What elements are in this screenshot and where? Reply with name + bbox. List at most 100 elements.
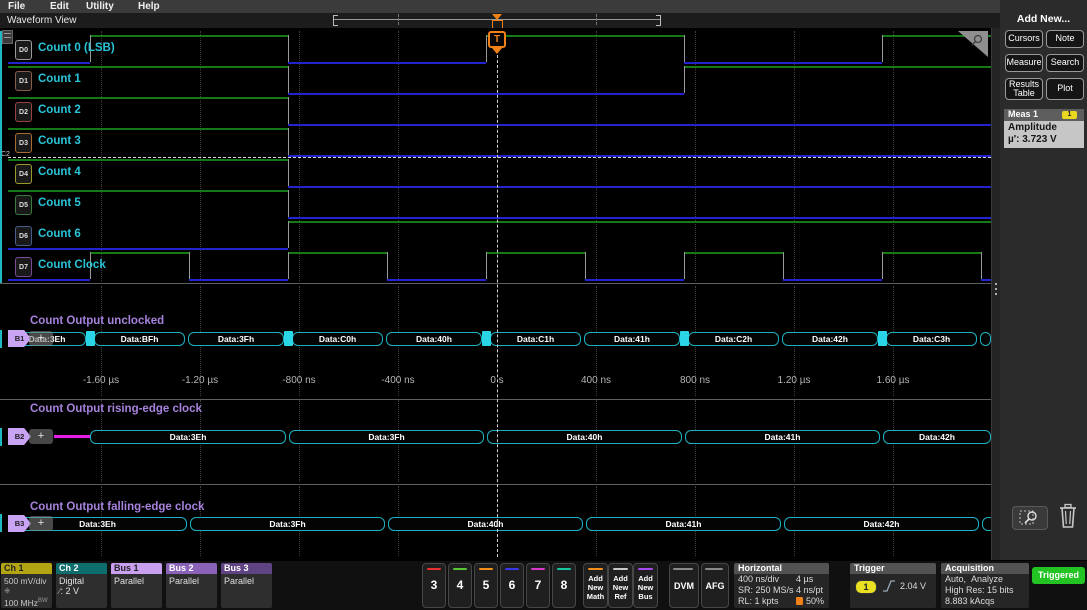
digital-edge bbox=[288, 66, 289, 93]
acquisition-panel[interactable]: Acquisition Auto, Analyze High Res: 15 b… bbox=[941, 563, 1029, 608]
time-axis-tick: -1.60 µs bbox=[83, 375, 119, 386]
channel-label-D1[interactable]: Count 1 bbox=[38, 73, 81, 85]
digital-wave-D0 bbox=[684, 62, 882, 64]
time-axis-tick: 800 ns bbox=[680, 375, 710, 386]
channel-label-D3[interactable]: Count 3 bbox=[38, 135, 81, 147]
channel3-add-button[interactable]: 3 bbox=[422, 563, 446, 608]
bus-segment bbox=[980, 332, 991, 346]
bus-segment: Data:40h bbox=[487, 430, 682, 444]
zoom-box-icon bbox=[1013, 507, 1047, 529]
bus1-badge[interactable]: Bus 1Parallel bbox=[111, 563, 162, 608]
channel5-add-button[interactable]: 5 bbox=[474, 563, 498, 608]
channel-number: 8 bbox=[553, 578, 575, 592]
bus-segment: Data:C2h bbox=[688, 332, 779, 346]
horizontal-trigger-position: 50% bbox=[806, 596, 824, 607]
bus-segment: Data:C0h bbox=[292, 332, 383, 346]
channel6-add-button[interactable]: 6 bbox=[500, 563, 524, 608]
channel1-badge[interactable]: Ch 1 500 mV/div ⎈ 100 MHzBW bbox=[1, 563, 52, 608]
bus-glitch-block bbox=[680, 331, 689, 346]
drag-handle-icon[interactable] bbox=[2, 30, 13, 44]
bus2-badge[interactable]: Bus 2Parallel bbox=[166, 563, 217, 608]
channel-badge-D2[interactable]: D2 bbox=[15, 102, 32, 122]
channel2-mode: Digital bbox=[59, 576, 107, 586]
overview-left-bracket bbox=[333, 15, 338, 26]
channel-badge-D7[interactable]: D7 bbox=[15, 257, 32, 277]
channel-label-D7[interactable]: Count Clock bbox=[38, 259, 106, 271]
channel-badge-D4[interactable]: D4 bbox=[15, 164, 32, 184]
note-button[interactable]: Note bbox=[1046, 30, 1084, 48]
trigger-flag[interactable]: T bbox=[488, 31, 506, 48]
bus-add-handle[interactable]: + bbox=[29, 429, 53, 444]
channel8-add-button[interactable]: 8 bbox=[552, 563, 576, 608]
channel1-name: Ch 1 bbox=[1, 563, 52, 574]
dvm-button[interactable]: DVM bbox=[669, 563, 699, 608]
triggered-status: Triggered bbox=[1032, 567, 1085, 584]
measure-button[interactable]: Measure bbox=[1005, 54, 1043, 72]
channel-label-D0[interactable]: Count 0 (LSB) bbox=[38, 42, 115, 54]
horizontal-title: Horizontal bbox=[734, 563, 829, 574]
trigger-panel[interactable]: Trigger 1 2.04 V bbox=[850, 563, 936, 608]
bus-glitch-block bbox=[284, 331, 293, 346]
channel-label-D4[interactable]: Count 4 bbox=[38, 166, 81, 178]
bus-title-B2: Count Output rising-edge clock bbox=[30, 403, 202, 415]
channel-number: 7 bbox=[527, 578, 549, 592]
bus-add-handle[interactable]: + bbox=[29, 331, 53, 346]
channel-label-D2[interactable]: Count 2 bbox=[38, 104, 81, 116]
results-table-button[interactable]: Results Table bbox=[1005, 78, 1043, 100]
channel4-add-button[interactable]: 4 bbox=[448, 563, 472, 608]
time-axis-tick: -1.20 µs bbox=[182, 375, 218, 386]
channel-badge-D0[interactable]: D0 bbox=[15, 40, 32, 60]
add-new-ref-button[interactable]: AddNewRef bbox=[608, 563, 633, 608]
zoom-box-button[interactable] bbox=[1012, 506, 1048, 530]
bandwidth-limit-icon: BW bbox=[38, 598, 48, 604]
bus-glitch-block bbox=[482, 331, 491, 346]
oscilloscope-app: File Edit Utility Help Waveform View D0 Coun… bbox=[0, 0, 1087, 610]
time-axis-tick: -800 ns bbox=[282, 375, 315, 386]
digital-wave-D7 bbox=[8, 279, 90, 281]
bus-segment: Data:42h bbox=[782, 332, 878, 346]
channel-label-D6[interactable]: Count 6 bbox=[38, 228, 81, 240]
time-axis-tick: -400 ns bbox=[381, 375, 414, 386]
menu-file[interactable]: File bbox=[8, 1, 25, 12]
channel-badge-D3[interactable]: D3 bbox=[15, 133, 32, 153]
channel7-add-button[interactable]: 7 bbox=[526, 563, 550, 608]
time-axis-tick: 400 ns bbox=[581, 375, 611, 386]
digital-edge bbox=[981, 252, 982, 279]
splitter-dot[interactable] bbox=[995, 288, 997, 290]
horizontal-panel[interactable]: Horizontal 400 ns/div4 µs SR: 250 MS/s4 … bbox=[734, 563, 829, 608]
delete-trash-button[interactable] bbox=[1054, 502, 1082, 530]
channel-badge-D5[interactable]: D5 bbox=[15, 195, 32, 215]
bus-segment: Data:3Eh bbox=[90, 430, 286, 444]
channel2-badge[interactable]: Ch 2 Digital ∕: 2 V bbox=[56, 563, 107, 608]
channel-badge-D6[interactable]: D6 bbox=[15, 226, 32, 246]
digital-edge bbox=[882, 252, 883, 279]
channel-badge-D1[interactable]: D1 bbox=[15, 71, 32, 91]
bus-segment: Data:3Fh bbox=[190, 517, 385, 531]
afg-button[interactable]: AFG bbox=[701, 563, 729, 608]
digital-wave-D7 bbox=[882, 252, 981, 254]
channel2-threshold: : 2 V bbox=[61, 586, 80, 596]
channel-number: 6 bbox=[501, 578, 523, 592]
bus-segment: Data:40h bbox=[386, 332, 482, 346]
bus3-badge[interactable]: Bus 3Parallel bbox=[221, 563, 272, 608]
channel-label-D5[interactable]: Count 5 bbox=[38, 197, 81, 209]
horizontal-samplerate: SR: 250 MS/s bbox=[738, 585, 794, 595]
add-new-math-button[interactable]: AddNewMath bbox=[583, 563, 608, 608]
add-color-stripe bbox=[613, 568, 628, 570]
cursors-button[interactable]: Cursors bbox=[1005, 30, 1043, 48]
menu-utility[interactable]: Utility bbox=[86, 1, 114, 12]
bus-badge-B2[interactable]: B2 bbox=[8, 428, 31, 445]
draw-zoom-corner-icon[interactable] bbox=[958, 31, 988, 57]
splitter-dot[interactable] bbox=[995, 293, 997, 295]
digital-wave-D0 bbox=[486, 35, 684, 37]
meas1-body[interactable]: Amplitude µ': 3.723 V bbox=[1004, 121, 1084, 148]
splitter-dot[interactable] bbox=[995, 283, 997, 285]
plot-button[interactable]: Plot bbox=[1046, 78, 1084, 100]
bus-add-handle[interactable]: + bbox=[29, 516, 53, 531]
acquisition-analyze: Analyze bbox=[971, 574, 1003, 584]
add-new-bus-button[interactable]: AddNewBus bbox=[633, 563, 658, 608]
search-button[interactable]: Search bbox=[1046, 54, 1084, 72]
menu-help[interactable]: Help bbox=[138, 1, 160, 12]
menu-edit[interactable]: Edit bbox=[50, 1, 69, 12]
tab-waveform-view[interactable]: Waveform View bbox=[7, 15, 76, 26]
